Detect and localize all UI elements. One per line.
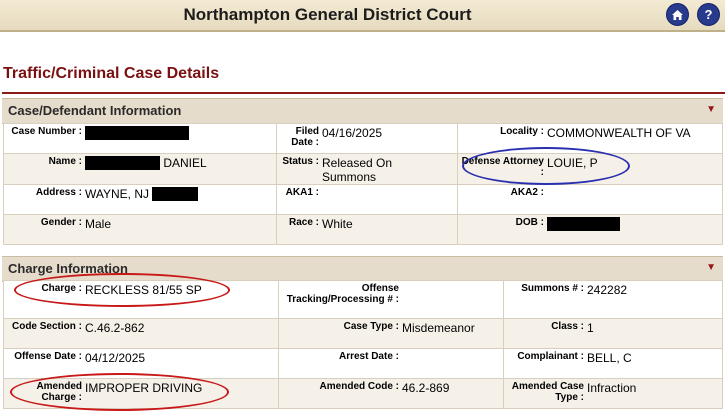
status-cell: Status : Released On Summons — [276, 153, 458, 185]
section-title: Case/Defendant Information — [8, 103, 182, 118]
defense-attorney-value: LOUIE, P — [547, 156, 598, 170]
table-row: Gender : Male Race : White DOB : — [3, 214, 723, 245]
dob-value — [544, 215, 620, 231]
field-label: Complainant : — [517, 351, 584, 362]
amended-charge-value: IMPROPER DRIVING — [85, 381, 203, 395]
table-row: Amended Charge :IMPROPER DRIVING Amended… — [3, 378, 723, 409]
field-label: Code Section : — [11, 321, 82, 332]
table-row: Charge : RECKLESS 81/55 SP Offense Tracki… — [3, 280, 723, 319]
page-title: Traffic/Criminal Case Details — [3, 65, 220, 82]
case-defendant-table: Case Number : Filed Date :04/16/2025 Loc… — [3, 123, 723, 245]
locality-value: COMMONWEALTH OF VA — [547, 126, 691, 140]
field-label: Locality : — [500, 126, 544, 137]
gender-value: Male — [85, 217, 112, 231]
arrest-date-cell: Arrest Date : — [278, 348, 504, 379]
field-label: Amended Case Type : — [511, 381, 584, 403]
dob-cell: DOB : — [457, 214, 723, 245]
field-label: Summons # : — [521, 283, 584, 294]
filed-date-cell: Filed Date :04/16/2025 — [276, 123, 458, 154]
table-row: Code Section : C.46.2-862 Case Type : Misd… — [3, 318, 723, 349]
field-label: AKA1 : — [285, 187, 319, 198]
redacted-block — [152, 187, 199, 201]
field-label: Case Number : — [11, 126, 82, 137]
amended-code-cell: Amended Code :46.2-869 — [278, 378, 504, 409]
defense-attorney-cell: Defense Attorney :LOUIE, P — [457, 153, 723, 185]
help-icon[interactable]: ? — [697, 3, 720, 26]
offense-date-cell: Offense Date :04/12/2025 — [3, 348, 279, 379]
aka2-cell: AKA2 : — [457, 184, 723, 215]
status-value: Released On Summons — [322, 156, 393, 184]
aka1-cell: AKA1 : — [276, 184, 458, 215]
offense-date-value: 04/12/2025 — [85, 351, 146, 365]
address-value: WAYNE, NJ — [82, 185, 199, 201]
collapse-arrow-icon[interactable]: ▼ — [706, 262, 716, 273]
table-row: Case Number : Filed Date :04/16/2025 Loc… — [3, 123, 723, 154]
charge-cell: Charge : RECKLESS 81/55 SP — [3, 280, 279, 319]
field-label: Arrest Date : — [338, 351, 399, 362]
field-label: Race : — [288, 217, 319, 228]
class-cell: Class :1 — [503, 318, 723, 349]
case-type-cell: Case Type : Misdemeanor — [278, 318, 504, 349]
field-label: Name : — [48, 156, 82, 167]
case-number-cell: Case Number : — [3, 123, 277, 154]
field-label: DOB : — [515, 217, 544, 228]
code-section-cell: Code Section : C.46.2-862 — [3, 318, 279, 349]
name-value: DANIEL — [82, 154, 207, 170]
field-label: Defense Attorney : — [461, 156, 544, 178]
court-title: Northampton General District Court — [183, 5, 472, 24]
code-section-value: C.46.2-862 — [85, 321, 145, 335]
case-type-value: Misdemeanor — [402, 321, 475, 335]
table-row: Name : DANIEL Status : Released On Summon… — [3, 153, 723, 185]
name-cell: Name : DANIEL — [3, 153, 277, 185]
field-label: Filed Date : — [291, 126, 319, 148]
race-value: White — [322, 217, 353, 231]
charge-information-section-header[interactable]: Charge Information ▼ — [2, 256, 723, 282]
name-text: DANIEL — [163, 156, 207, 170]
field-label: Offense Tracking/Processing # : — [286, 283, 399, 305]
complainant-cell: Complainant : BELL, C — [503, 348, 723, 379]
filed-date-value: 04/16/2025 — [322, 126, 383, 140]
complainant-value: BELL, C — [587, 351, 632, 365]
offense-tracking-cell: Offense Tracking/Processing # : — [278, 280, 504, 319]
redacted-block — [547, 217, 620, 231]
charge-information-table: Charge : RECKLESS 81/55 SP Offense Tracki… — [3, 280, 723, 409]
title-divider — [2, 92, 725, 94]
court-header-bar: Northampton General District Court ? — [0, 0, 725, 32]
field-label: Address : — [35, 187, 82, 198]
address-text: WAYNE, NJ — [85, 187, 150, 201]
field-label: Status : — [282, 156, 319, 167]
home-icon[interactable] — [666, 3, 689, 26]
table-row: Address : WAYNE, NJ AKA1 : AKA2 : — [3, 184, 723, 215]
class-value: 1 — [587, 321, 594, 335]
amended-charge-cell: Amended Charge :IMPROPER DRIVING — [3, 378, 279, 409]
gender-cell: Gender : Male — [3, 214, 277, 245]
field-label: Amended Charge : — [36, 381, 82, 403]
field-label: AKA2 : — [510, 187, 544, 198]
field-label: Offense Date : — [14, 351, 82, 362]
field-label: Class : — [551, 321, 584, 332]
field-label: Case Type : — [343, 321, 399, 332]
field-label: Amended Code : — [319, 381, 399, 392]
field-label: Charge : — [41, 283, 82, 294]
address-cell: Address : WAYNE, NJ — [3, 184, 277, 215]
field-label: Gender : — [40, 217, 82, 228]
locality-cell: Locality : COMMONWEALTH OF VA — [457, 123, 723, 154]
section-title: Charge Information — [8, 261, 128, 276]
redacted-block — [85, 156, 160, 170]
collapse-arrow-icon[interactable]: ▼ — [706, 104, 716, 115]
case-defendant-section-header[interactable]: Case/Defendant Information ▼ — [2, 98, 723, 124]
charge-value: RECKLESS 81/55 SP — [85, 283, 202, 297]
redacted-block — [85, 126, 189, 140]
table-row: Offense Date :04/12/2025 Arrest Date : C… — [3, 348, 723, 379]
amended-code-value: 46.2-869 — [402, 381, 450, 395]
summons-value: 242282 — [587, 283, 628, 297]
summons-cell: Summons # :242282 — [503, 280, 723, 319]
case-number-value — [82, 124, 189, 140]
amended-case-type-cell: Amended Case Type :Infraction — [503, 378, 723, 409]
race-cell: Race : White — [276, 214, 458, 245]
amended-case-type-value: Infraction — [587, 381, 637, 395]
